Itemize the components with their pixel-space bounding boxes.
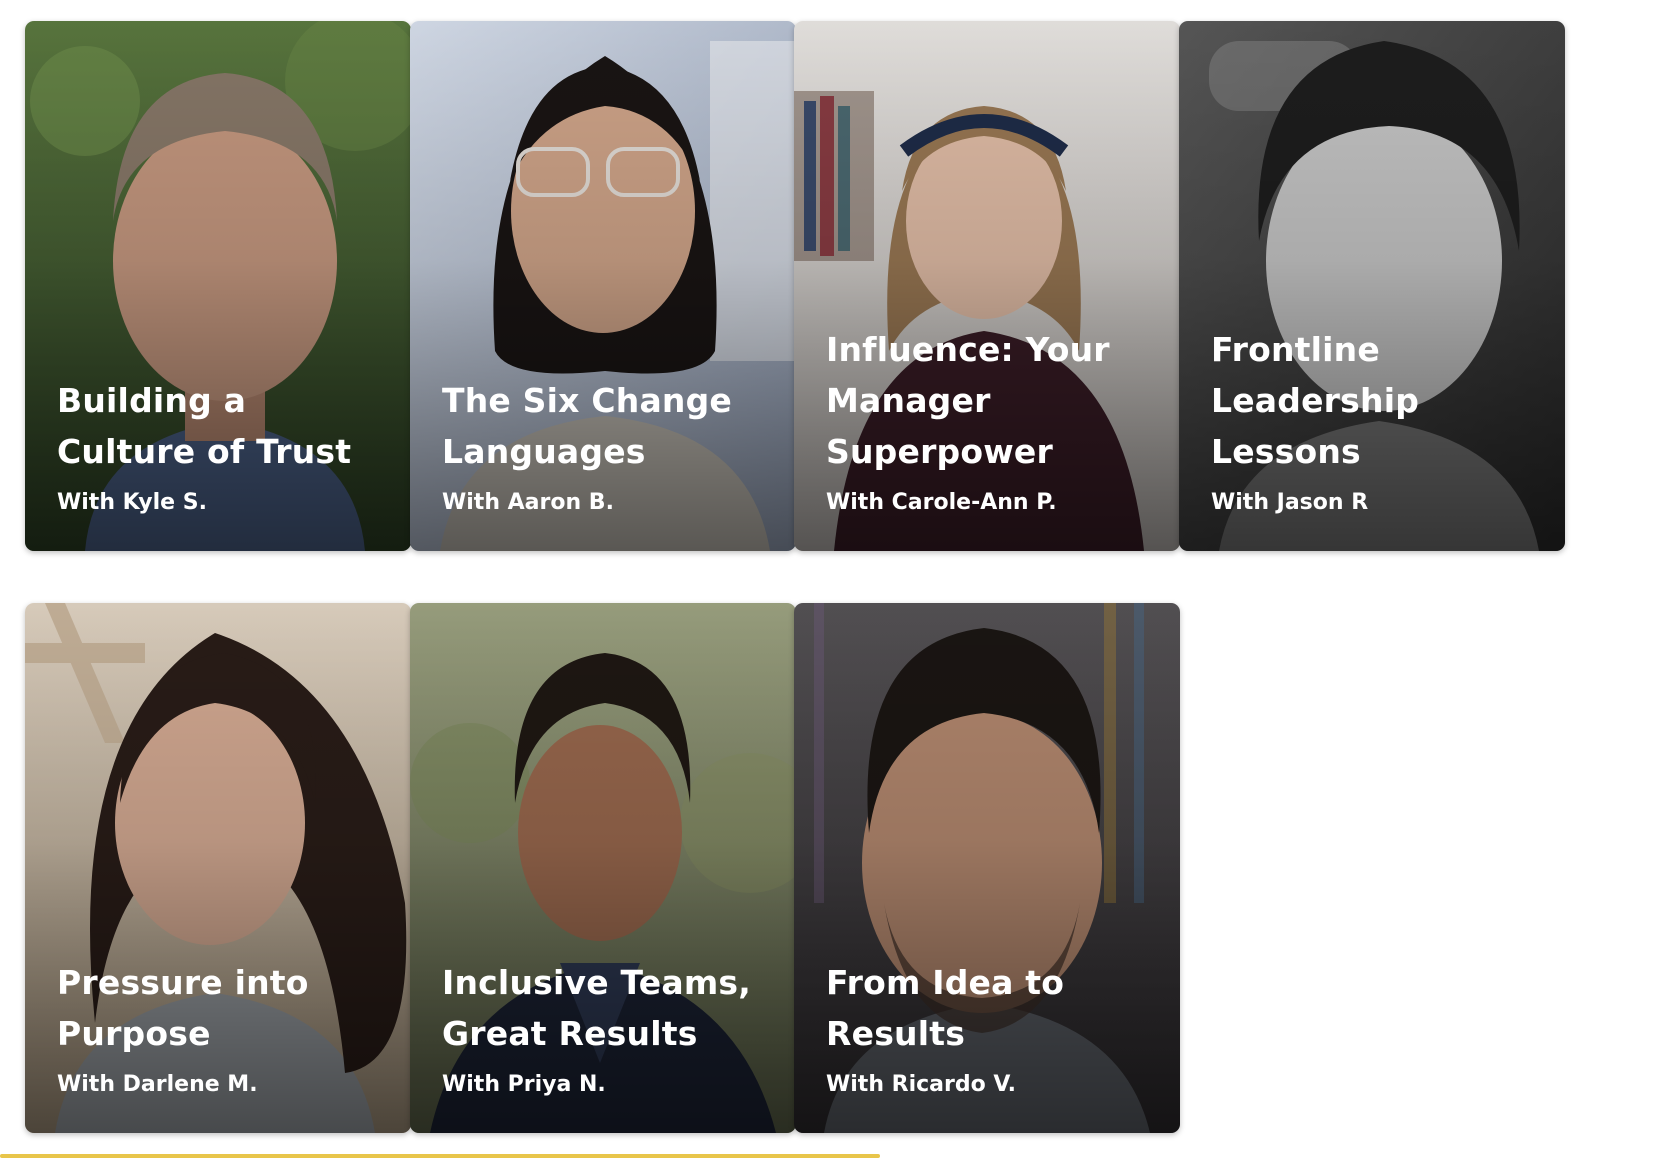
course-title: From Idea to Results: [826, 963, 1065, 1053]
course-grid: Building a Culture of Trust With Kyle S.…: [0, 0, 1676, 1158]
instructor-name: With Aaron B.: [442, 490, 614, 515]
card-text: Frontline Leadership Lessons With Jason …: [1211, 324, 1541, 517]
course-title: Inclusive Teams, Great Results: [442, 963, 752, 1053]
card-text: Influence: Your Manager Superpower With …: [826, 324, 1156, 517]
instructor-name: With Ricardo V.: [826, 1072, 1016, 1097]
instructor-name: With Darlene M.: [57, 1072, 258, 1097]
scroll-progress-bar: [0, 1154, 880, 1158]
course-card[interactable]: Influence: Your Manager Superpower With …: [794, 21, 1180, 551]
course-title: Pressure into Purpose: [57, 963, 309, 1053]
course-title: Frontline Leadership Lessons: [1211, 330, 1420, 471]
course-card[interactable]: Frontline Leadership Lessons With Jason …: [1179, 21, 1565, 551]
card-text: Inclusive Teams, Great Results With Priy…: [442, 957, 772, 1099]
instructor-name: With Kyle S.: [57, 490, 207, 515]
instructor-name: With Carole-Ann P.: [826, 490, 1057, 515]
course-card[interactable]: Building a Culture of Trust With Kyle S.: [25, 21, 411, 551]
course-card[interactable]: From Idea to Results With Ricardo V.: [794, 603, 1180, 1133]
card-text: From Idea to Results With Ricardo V.: [826, 957, 1156, 1099]
course-title: The Six Change Languages: [442, 381, 733, 471]
card-text: Pressure into Purpose With Darlene M.: [57, 957, 387, 1099]
course-title: Influence: Your Manager Superpower: [826, 330, 1110, 471]
course-card[interactable]: The Six Change Languages With Aaron B.: [410, 21, 796, 551]
course-card[interactable]: Inclusive Teams, Great Results With Priy…: [410, 603, 796, 1133]
instructor-name: With Priya N.: [442, 1072, 606, 1097]
course-card[interactable]: Pressure into Purpose With Darlene M.: [25, 603, 411, 1133]
card-text: The Six Change Languages With Aaron B.: [442, 375, 772, 517]
course-title: Building a Culture of Trust: [57, 381, 352, 471]
instructor-name: With Jason R: [1211, 490, 1369, 515]
card-text: Building a Culture of Trust With Kyle S.: [57, 375, 387, 517]
